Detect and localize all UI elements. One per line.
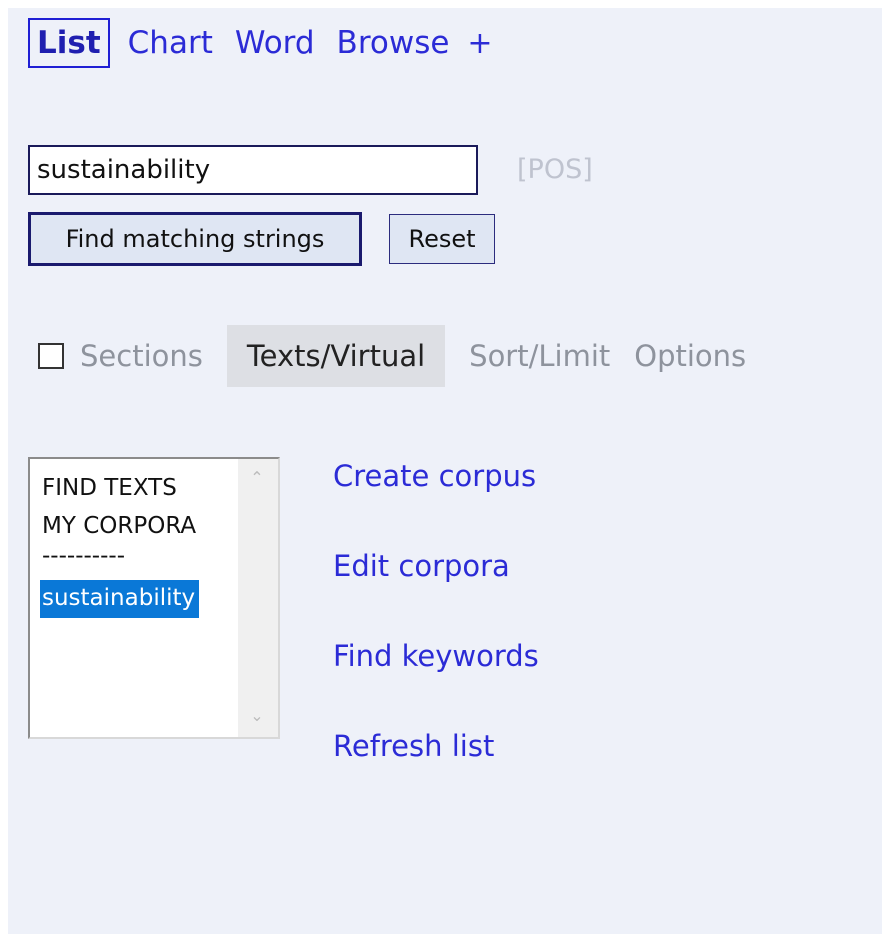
pos-label[interactable]: [POS] <box>517 154 593 185</box>
reset-button[interactable]: Reset <box>389 214 495 264</box>
corpus-actions: Create corpus Edit corpora Find keywords… <box>333 459 539 819</box>
tab-chart[interactable]: Chart <box>124 20 217 66</box>
main-panel: List Chart Word Browse + [POS] Find matc… <box>8 8 882 934</box>
tab-browse[interactable]: Browse <box>333 20 454 66</box>
search-input[interactable] <box>28 145 478 195</box>
corpus-list-items: FIND TEXTS MY CORPORA ---------- sustain… <box>40 469 200 618</box>
edit-corpora-link[interactable]: Edit corpora <box>333 549 539 639</box>
sections-checkbox[interactable] <box>38 343 64 369</box>
top-nav: List Chart Word Browse + <box>28 18 493 69</box>
tab-sections[interactable]: Sections <box>78 325 227 387</box>
chevron-down-icon[interactable]: ⌄ <box>250 708 264 724</box>
tab-list[interactable]: List <box>28 18 110 69</box>
chevron-up-icon[interactable]: ⌃ <box>250 470 264 486</box>
refresh-list-link[interactable]: Refresh list <box>333 729 539 819</box>
list-item[interactable]: FIND TEXTS <box>42 469 199 507</box>
find-matching-strings-button[interactable]: Find matching strings <box>28 212 362 266</box>
tab-sort-limit[interactable]: Sort/Limit <box>445 325 618 387</box>
tab-options[interactable]: Options <box>618 325 758 387</box>
add-tab-button[interactable]: + <box>467 26 492 61</box>
list-item-selected[interactable]: sustainability <box>40 580 200 618</box>
find-keywords-link[interactable]: Find keywords <box>333 639 539 729</box>
tab-texts-virtual[interactable]: Texts/Virtual <box>226 325 446 387</box>
tab-word[interactable]: Word <box>231 20 319 66</box>
subtabs: Sections Texts/Virtual Sort/Limit Option… <box>28 325 758 387</box>
corpus-listbox[interactable]: FIND TEXTS MY CORPORA ---------- sustain… <box>28 457 280 739</box>
list-item[interactable]: MY CORPORA <box>42 507 199 545</box>
listbox-scrollbar[interactable]: ⌃ ⌄ <box>238 459 278 737</box>
create-corpus-link[interactable]: Create corpus <box>333 459 539 549</box>
list-divider[interactable]: ---------- <box>42 545 199 579</box>
